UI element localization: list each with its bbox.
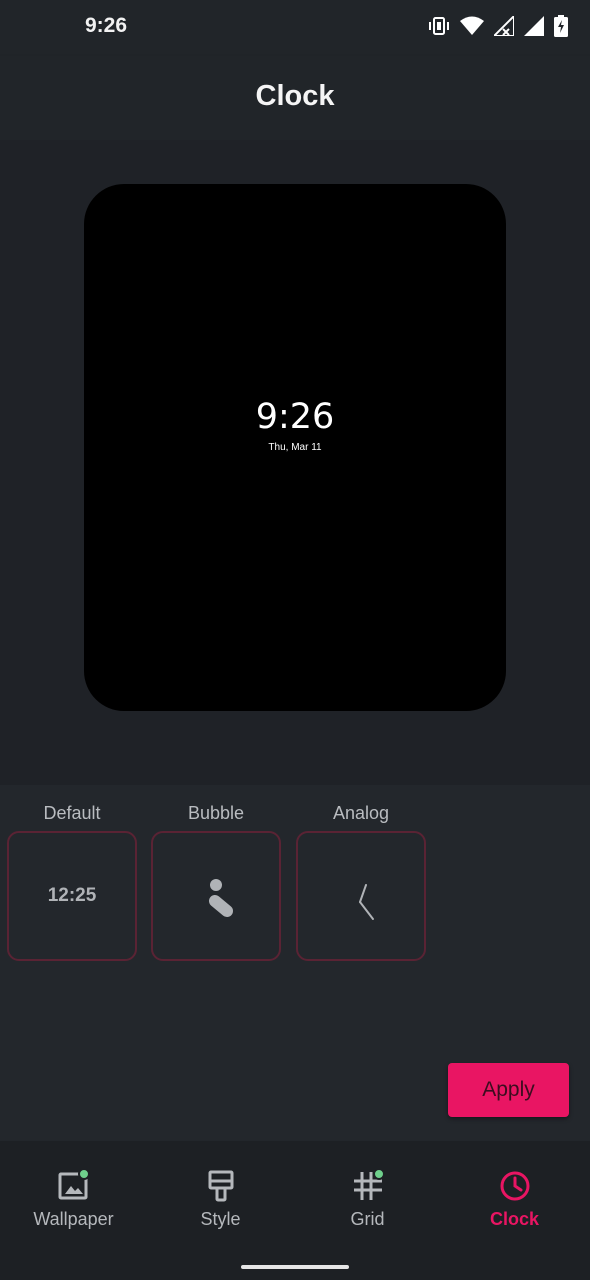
nav-label: Style [200, 1209, 241, 1229]
wifi-icon [460, 16, 484, 41]
clock-option-analog[interactable]: Analog [296, 803, 426, 961]
battery-charging-icon [554, 14, 568, 42]
bottom-navigation: Wallpaper Style Grid Clock [0, 1141, 590, 1256]
nav-item-clock[interactable]: Clock [441, 1141, 588, 1256]
status-time: 9:26 [85, 14, 128, 37]
nav-label: Clock [489, 1209, 540, 1229]
grid-icon [353, 1169, 385, 1200]
clock-option-label: Bubble [187, 803, 245, 823]
app-bar: Clock [0, 56, 590, 140]
nav-item-style[interactable]: Style [147, 1141, 294, 1256]
clock-option-label: Analog [332, 803, 390, 823]
nav-item-wallpaper[interactable]: Wallpaper [0, 1141, 147, 1256]
default-clock-thumbnail: 12:25 [47, 885, 97, 906]
status-bar: 9:26 [0, 0, 590, 56]
status-icons [428, 13, 568, 42]
nav-label: Grid [350, 1209, 385, 1229]
clock-option-bubble[interactable]: Bubble [151, 803, 281, 961]
clock-option-tile[interactable] [151, 831, 281, 961]
vibrate-icon [428, 15, 450, 42]
nav-label: Wallpaper [33, 1209, 114, 1229]
nav-item-grid[interactable]: Grid [294, 1141, 441, 1256]
preview-date: Thu, Mar 11 [268, 442, 322, 453]
preview-clock-time: 9:26 [255, 397, 335, 437]
lockscreen-preview: 9:26 Thu, Mar 11 [84, 184, 506, 711]
clock-option-default[interactable]: Default 12:25 [7, 803, 137, 961]
wallpaper-icon [58, 1169, 90, 1200]
mobile-signal-off-icon [491, 13, 515, 41]
clock-option-tile[interactable] [296, 831, 426, 961]
clock-option-label: Default [43, 803, 101, 823]
brush-icon [208, 1170, 233, 1202]
gesture-handle[interactable] [241, 1265, 349, 1269]
clock-preview-area: 9:26 Thu, Mar 11 [0, 140, 590, 785]
clock-icon [500, 1171, 529, 1201]
page-title: Clock [255, 80, 335, 112]
mobile-signal-icon [524, 15, 544, 41]
apply-button[interactable]: Apply [448, 1063, 569, 1117]
analog-clock-icon [359, 884, 374, 920]
bubble-clock-icon [209, 879, 233, 917]
clock-option-tile[interactable]: 12:25 [7, 831, 137, 961]
